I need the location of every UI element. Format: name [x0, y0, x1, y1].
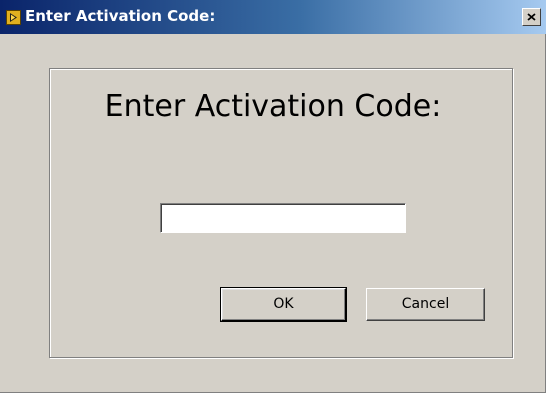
- activation-code-input[interactable]: [160, 203, 406, 233]
- app-icon: [6, 10, 21, 25]
- window-title: Enter Activation Code:: [25, 7, 216, 25]
- close-button[interactable]: [522, 8, 541, 26]
- activation-dialog-window: Enter Activation Code: Enter Activation …: [0, 0, 546, 393]
- activation-heading: Enter Activation Code:: [104, 89, 442, 124]
- ok-button[interactable]: OK: [220, 287, 347, 322]
- close-icon: [527, 13, 536, 21]
- title-bar[interactable]: Enter Activation Code:: [0, 0, 546, 34]
- cancel-button[interactable]: Cancel: [366, 288, 485, 321]
